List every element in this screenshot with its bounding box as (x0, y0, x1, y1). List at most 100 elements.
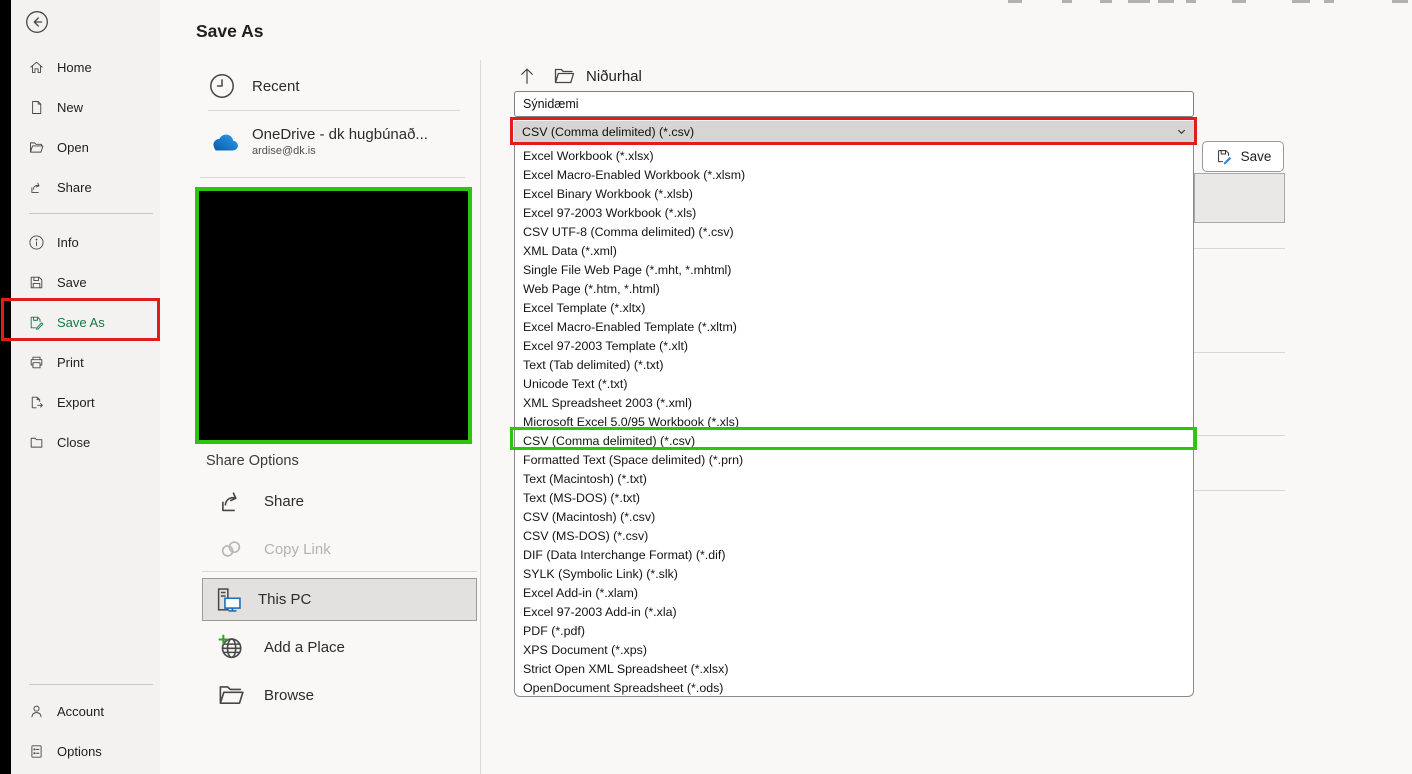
format-option[interactable]: Excel Template (*.xltx) (515, 299, 1193, 318)
this-pc-icon (217, 587, 241, 612)
sidebar-item-account[interactable]: Account (11, 691, 160, 731)
format-option[interactable]: OpenDocument Spreadsheet (*.ods) (515, 679, 1193, 698)
up-arrow-icon[interactable] (516, 65, 538, 87)
onedrive-email: ardise@dk.is (252, 145, 316, 157)
format-option[interactable]: CSV (Comma delimited) (*.csv) (515, 432, 1193, 451)
sidebar-divider (29, 213, 153, 214)
sidebar-item-label: Close (57, 434, 91, 450)
save-as-icon (30, 316, 44, 330)
sidebar-item-label: Print (57, 354, 84, 370)
format-option[interactable]: Excel Macro-Enabled Template (*.xltm) (515, 318, 1193, 337)
format-option[interactable]: XPS Document (*.xps) (515, 641, 1193, 660)
copy-link-item[interactable]: Copy Link (216, 534, 331, 564)
column-divider (480, 60, 481, 774)
format-option[interactable]: XML Spreadsheet 2003 (*.xml) (515, 394, 1193, 413)
info-icon (29, 234, 44, 250)
new-document-icon (32, 100, 42, 114)
format-option[interactable]: Excel Macro-Enabled Workbook (*.xlsm) (515, 166, 1193, 185)
sidebar-item-print[interactable]: Print (11, 342, 160, 382)
titlebar-remnant (1392, 0, 1408, 3)
sidebar-item-save[interactable]: Save (11, 262, 160, 302)
sidebar-divider (29, 684, 153, 685)
format-option[interactable]: Excel 97-2003 Workbook (*.xls) (515, 204, 1193, 223)
home-icon (30, 61, 43, 73)
clock-icon (210, 74, 234, 98)
backstage-sidebar: Home New Open Share Info Save Save As Pr… (11, 0, 160, 774)
left-edge-strip (0, 0, 11, 774)
titlebar-remnant (1292, 0, 1310, 3)
format-option[interactable]: PDF (*.pdf) (515, 622, 1193, 641)
this-pc-label: This PC (258, 591, 312, 608)
current-folder-label[interactable]: Niðurhal (586, 68, 642, 85)
format-option[interactable]: CSV UTF-8 (Comma delimited) (*.csv) (515, 223, 1193, 242)
sidebar-item-export[interactable]: Export (11, 382, 160, 422)
sidebar-item-open[interactable]: Open (11, 127, 160, 167)
sidebar-item-close[interactable]: Close (11, 422, 160, 462)
share-item[interactable]: Share (216, 486, 304, 516)
sidebar-item-save-as[interactable]: Save As (11, 302, 160, 342)
background-line (1194, 435, 1285, 436)
save-button[interactable]: Save (1202, 141, 1284, 172)
background-line (1194, 352, 1285, 353)
filename-input[interactable] (514, 91, 1194, 117)
sidebar-item-label: Open (57, 139, 89, 155)
background-line (1194, 248, 1285, 249)
save-as-button-icon (1217, 150, 1231, 165)
breadcrumb: Niðurhal (516, 64, 642, 88)
titlebar-remnant (1232, 0, 1246, 3)
recent-label: Recent (252, 77, 300, 95)
sidebar-item-info[interactable]: Info (11, 222, 160, 262)
format-option[interactable]: Strict Open XML Spreadsheet (*.xlsx) (515, 660, 1193, 679)
browse-item[interactable]: Browse (216, 680, 314, 710)
link-icon (221, 541, 241, 557)
format-option[interactable]: Text (Macintosh) (*.txt) (515, 470, 1193, 489)
file-format-list: Excel Workbook (*.xlsx) Excel Macro-Enabl… (514, 144, 1194, 697)
sidebar-item-label: New (57, 99, 84, 115)
format-option[interactable]: Formatted Text (Space delimited) (*.prn) (515, 451, 1193, 470)
format-option[interactable]: Excel Workbook (*.xlsx) (515, 147, 1193, 166)
share-options-heading: Share Options (206, 453, 299, 469)
onedrive-icon (213, 134, 238, 150)
titlebar-remnant (1008, 0, 1022, 3)
sidebar-item-new[interactable]: New (11, 87, 160, 127)
titlebar-remnant (1186, 0, 1196, 3)
format-option[interactable]: CSV (Macintosh) (*.csv) (515, 508, 1193, 527)
format-option[interactable]: XML Data (*.xml) (515, 242, 1193, 261)
format-option[interactable]: Excel Add-in (*.xlam) (515, 584, 1193, 603)
format-option[interactable]: Microsoft Excel 5.0/95 Workbook (*.xls) (515, 413, 1193, 432)
add-a-place-item[interactable]: Add a Place (216, 632, 345, 662)
sidebar-item-label: Account (57, 703, 104, 719)
share-icon (31, 182, 40, 193)
divider (208, 110, 460, 111)
this-pc-item[interactable]: This PC (202, 578, 477, 621)
format-option[interactable]: DIF (Data Interchange Format) (*.dif) (515, 546, 1193, 565)
chevron-down-icon (1177, 129, 1186, 135)
titlebar-remnant (1324, 0, 1334, 3)
format-option[interactable]: Excel Binary Workbook (*.xlsb) (515, 185, 1193, 204)
format-option[interactable]: CSV (MS-DOS) (*.csv) (515, 527, 1193, 546)
recent-item[interactable]: Recent (208, 72, 300, 100)
format-option[interactable]: SYLK (Symbolic Link) (*.slk) (515, 565, 1193, 584)
format-option[interactable]: Text (Tab delimited) (*.txt) (515, 356, 1193, 375)
filetype-dropdown[interactable]: CSV (Comma delimited) (*.csv) (514, 121, 1194, 142)
sidebar-item-home[interactable]: Home (11, 47, 160, 87)
share-icon (222, 492, 237, 512)
folder-icon (554, 68, 575, 84)
save-button-label: Save (1240, 149, 1272, 164)
add-a-place-label: Add a Place (264, 638, 345, 656)
export-icon (31, 396, 43, 408)
format-option[interactable]: Unicode Text (*.txt) (515, 375, 1193, 394)
share-label: Share (264, 492, 305, 510)
back-button[interactable] (25, 10, 49, 34)
format-option[interactable]: Excel 97-2003 Template (*.xlt) (515, 337, 1193, 356)
sidebar-item-share[interactable]: Share (11, 167, 160, 207)
copy-link-label: Copy Link (264, 540, 331, 558)
format-option[interactable]: Web Page (*.htm, *.html) (515, 280, 1193, 299)
format-option[interactable]: Excel 97-2003 Add-in (*.xla) (515, 603, 1193, 622)
filetype-selected-value: CSV (Comma delimited) (*.csv) (522, 124, 695, 139)
format-option[interactable]: Text (MS-DOS) (*.txt) (515, 489, 1193, 508)
sidebar-item-options[interactable]: Options (11, 731, 160, 771)
open-folder-icon (30, 141, 44, 153)
onedrive-item[interactable]: OneDrive - dk hugbúnað... ardise@dk.is (206, 126, 428, 157)
format-option[interactable]: Single File Web Page (*.mht, *.mhtml) (515, 261, 1193, 280)
